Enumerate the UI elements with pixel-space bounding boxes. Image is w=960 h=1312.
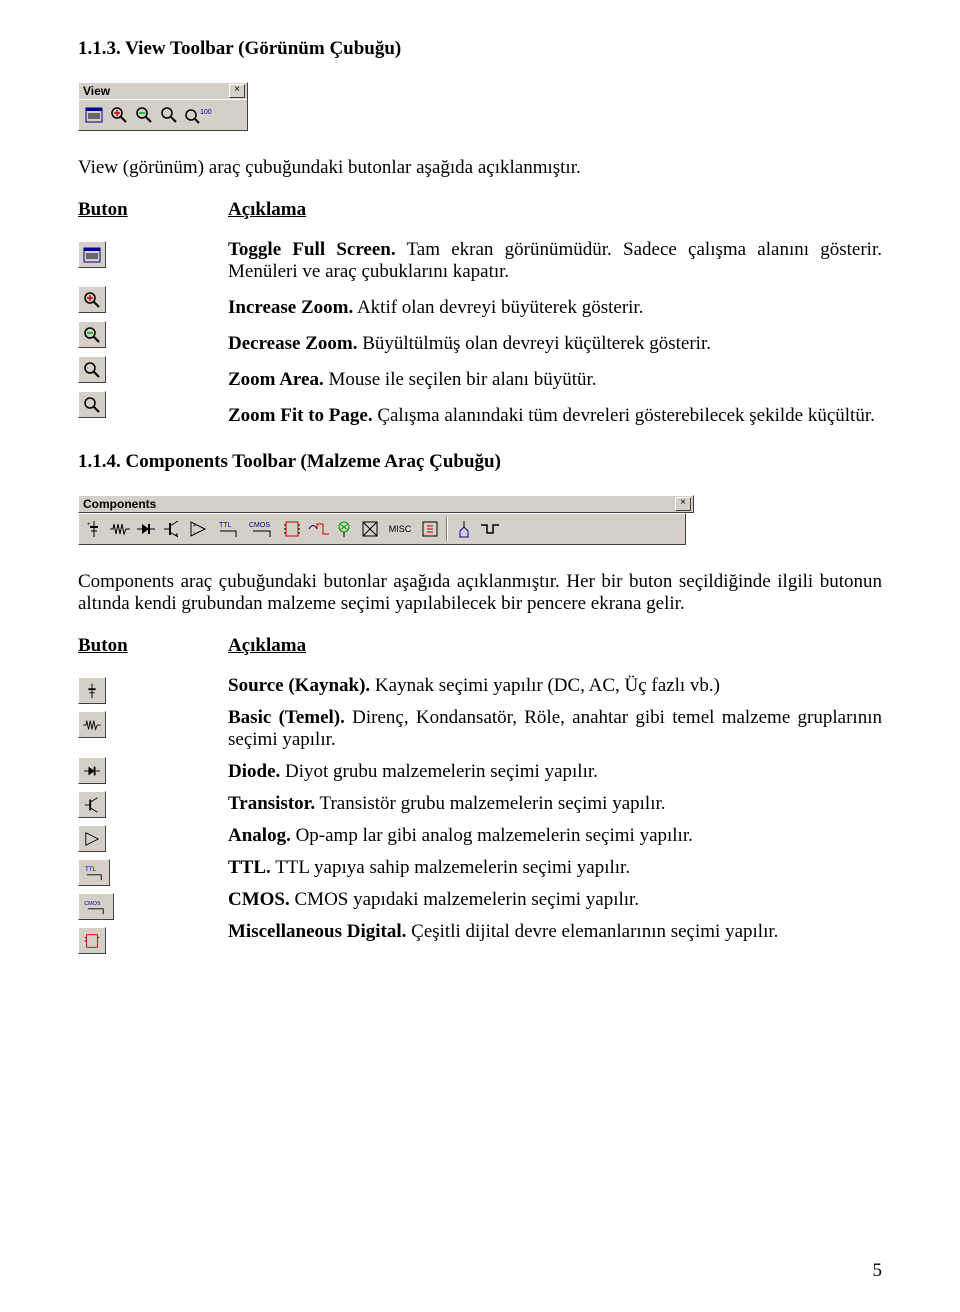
view-toolbar-title: View — [83, 84, 110, 98]
misc-digital-icon[interactable] — [280, 517, 304, 541]
fullscreen-icon[interactable] — [78, 241, 106, 268]
zoom-in-icon[interactable] — [78, 286, 106, 313]
control-icon[interactable] — [418, 517, 442, 541]
zoom-area-icon[interactable] — [78, 356, 106, 383]
comp-item-5: TTL. TTL yapıya sahip malzemelerin seçim… — [228, 857, 882, 879]
view-intro-text: View (görünüm) araç çubuğundaki butonlar… — [78, 157, 882, 179]
col-header-desc: Açıklama — [228, 199, 378, 221]
svg-text:-: - — [193, 530, 195, 536]
misc-text-icon[interactable]: MISC — [384, 517, 416, 541]
section-heading-114: 1.1.4. Components Toolbar (Malzeme Araç … — [78, 451, 882, 473]
zoom-in-icon[interactable] — [107, 103, 131, 127]
col-header-button: Buton — [78, 199, 228, 221]
zoom-fit-icon[interactable] — [78, 391, 106, 418]
mixed-icon[interactable] — [306, 517, 330, 541]
diode-icon[interactable] — [134, 517, 158, 541]
fullscreen-icon[interactable] — [82, 103, 106, 127]
basic-icon[interactable] — [108, 517, 132, 541]
svg-text:+: + — [87, 522, 91, 528]
svg-text:CMOS: CMOS — [84, 901, 101, 907]
page-number: 5 — [873, 1260, 883, 1282]
svg-text:100: 100 — [200, 109, 212, 116]
components-toolbar-figure: Components × + +- TTL CMOS MISC — [78, 495, 882, 545]
view-item-3: Zoom Area. Mouse ile seçilen bir alanı b… — [228, 369, 882, 391]
misc-digital-icon[interactable] — [78, 927, 106, 954]
view-item-4: Zoom Fit to Page. Çalışma alanındaki tüm… — [228, 405, 882, 427]
view-item-0: Toggle Full Screen. Tam ekran görünümüdü… — [228, 239, 882, 283]
view-toolbar-figure: View × 100 — [78, 82, 882, 131]
diode-icon[interactable] — [78, 757, 106, 784]
col-header-desc: Açıklama — [228, 635, 378, 657]
cmos-icon[interactable]: CMOS — [78, 893, 114, 920]
close-icon[interactable]: × — [229, 84, 245, 98]
electromech-icon[interactable] — [478, 517, 502, 541]
svg-text:+: + — [193, 523, 196, 529]
basic-icon[interactable] — [78, 711, 106, 738]
cmos-icon[interactable]: CMOS — [246, 517, 278, 541]
transistor-icon[interactable] — [160, 517, 184, 541]
ttl-icon[interactable]: TTL — [78, 859, 110, 886]
svg-text:TTL: TTL — [219, 522, 232, 529]
col-header-button: Buton — [78, 635, 228, 657]
svg-text:CMOS: CMOS — [249, 522, 270, 529]
comp-item-3: Transistor. Transistör grubu malzemeleri… — [228, 793, 882, 815]
misc-icon[interactable] — [358, 517, 382, 541]
ttl-icon[interactable]: TTL — [212, 517, 244, 541]
section-heading-113: 1.1.3. View Toolbar (Görünüm Çubuğu) — [78, 38, 882, 60]
comp-item-0: Source (Kaynak). Kaynak seçimi yapılır (… — [228, 675, 882, 697]
comp-item-2: Diode. Diyot grubu malzemelerin seçimi y… — [228, 761, 882, 783]
analog-icon[interactable]: +- — [186, 517, 210, 541]
view-item-2: Decrease Zoom. Büyültülmüş olan devreyi … — [228, 333, 882, 355]
rf-icon[interactable] — [452, 517, 476, 541]
components-toolbar-title: Components — [83, 497, 156, 511]
transistor-icon[interactable] — [78, 791, 106, 818]
source-icon[interactable]: + — [82, 517, 106, 541]
comp-item-6: CMOS. CMOS yapıdaki malzemelerin seçimi … — [228, 889, 882, 911]
svg-text:TTL: TTL — [85, 866, 97, 873]
toolbar-separator — [446, 517, 448, 541]
zoom-fit-icon[interactable]: 100 — [182, 103, 214, 127]
indicator-icon[interactable] — [332, 517, 356, 541]
close-icon[interactable]: × — [675, 497, 691, 511]
comp-item-1: Basic (Temel). Direnç, Kondansatör, Röle… — [228, 707, 882, 751]
zoom-out-icon[interactable] — [132, 103, 156, 127]
components-intro-text: Components araç çubuğundaki butonlar aşa… — [78, 571, 882, 615]
source-icon[interactable] — [78, 677, 106, 704]
comp-item-4: Analog. Op-amp lar gibi analog malzemele… — [228, 825, 882, 847]
view-item-1: Increase Zoom. Aktif olan devreyi büyüte… — [228, 297, 882, 319]
zoom-area-icon[interactable] — [157, 103, 181, 127]
zoom-out-icon[interactable] — [78, 321, 106, 348]
analog-icon[interactable] — [78, 825, 106, 852]
comp-item-7: Miscellaneous Digital. Çeşitli dijital d… — [228, 921, 882, 943]
